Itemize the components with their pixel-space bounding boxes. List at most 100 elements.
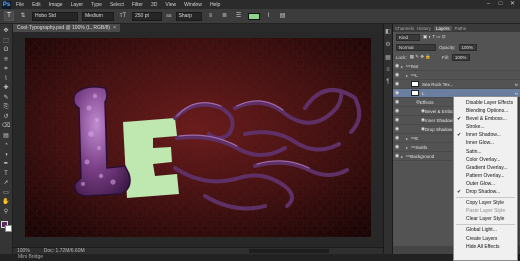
visibility-eye-icon[interactable]: ◉ <box>393 135 401 141</box>
visibility-eye-icon[interactable]: ◉ <box>393 72 401 78</box>
dodge-icon[interactable]: ◑ <box>1 151 11 160</box>
panel-strip-icon-1[interactable]: ⚙ <box>385 41 390 48</box>
healing-icon[interactable]: ✚ <box>1 84 11 93</box>
visibility-eye-icon[interactable]: ◉ <box>393 126 401 132</box>
background-color-swatch[interactable] <box>4 225 12 232</box>
menu-item-inner-shadow[interactable]: ✔ Inner Shadow... <box>454 131 517 139</box>
layer-row[interactable]: ◉ ▸ ▭ Text <box>393 62 520 71</box>
clone-icon[interactable]: ⎘ <box>1 103 11 112</box>
blur-icon[interactable]: ◔ <box>1 141 11 150</box>
warp-text-icon[interactable]: ⌇ <box>264 12 274 21</box>
minimize-button[interactable]: – <box>484 1 493 8</box>
document-tab[interactable]: Cool-Typography.psd @ 100% (L, RGB/8) × <box>13 24 121 32</box>
menu-file[interactable]: File <box>16 2 24 8</box>
close-document-icon[interactable]: × <box>113 25 116 31</box>
brush-icon[interactable]: ✎ <box>1 94 11 103</box>
visibility-eye-icon[interactable]: ◉ <box>393 63 401 69</box>
close-window-button[interactable]: ✕ <box>508 1 517 8</box>
font-size-select[interactable]: 250 pt <box>132 11 162 21</box>
menu-item-hide-all-effects[interactable]: Hide All Effects <box>454 243 517 251</box>
fx-icon[interactable]: fx <box>515 82 518 87</box>
tab-paths[interactable]: Paths <box>455 26 467 31</box>
artwork[interactable] <box>25 38 371 237</box>
menu-layer[interactable]: Layer <box>71 2 84 8</box>
gradient-icon[interactable]: ▤ <box>1 132 11 141</box>
menu-item-satin[interactable]: Satin... <box>454 148 517 156</box>
blend-mode-select[interactable]: Normal <box>396 43 436 51</box>
visibility-eye-icon[interactable]: ◉ <box>393 117 401 123</box>
fx-icon[interactable]: fx <box>515 91 518 96</box>
menu-filter[interactable]: Filter <box>132 2 143 8</box>
lasso-icon[interactable]: ʘ <box>1 46 11 55</box>
menu-select[interactable]: Select <box>110 2 124 8</box>
type-tool-preset-button[interactable]: T <box>4 11 14 21</box>
panel-strip-icon-2[interactable]: ▦ <box>385 54 391 61</box>
type-icon[interactable]: T <box>1 170 11 179</box>
menu-item-clear-layer-style[interactable]: Clear Layer Style <box>454 215 517 223</box>
tab-channels[interactable]: Channels <box>395 26 414 31</box>
menu-help[interactable]: Help <box>210 2 220 8</box>
menu-image[interactable]: Image <box>49 2 63 8</box>
panel-strip-icon-4[interactable]: ¶ <box>386 79 389 85</box>
menu-item-gradient-overlay[interactable]: Gradient Overlay... <box>454 164 517 172</box>
path-select-icon[interactable]: ➚ <box>1 179 11 188</box>
crop-icon[interactable]: ⌗ <box>1 65 11 74</box>
character-panel-icon[interactable]: ▤ <box>278 12 288 21</box>
menu-item-inner-glow[interactable]: Inner Glow... <box>454 139 517 147</box>
canvas-area[interactable] <box>13 32 383 247</box>
anti-alias-select[interactable]: Sharp <box>175 11 202 21</box>
menu-3d[interactable]: 3D <box>151 2 157 8</box>
visibility-eye-icon[interactable]: ◉ <box>393 81 401 87</box>
tab-history[interactable]: History <box>417 26 431 31</box>
align-right-icon[interactable]: ☰ <box>234 12 244 21</box>
menu-item-create-layers[interactable]: Create Layers <box>454 235 517 243</box>
menu-item-bevel-emboss[interactable]: ✔ Bevel & Emboss... <box>454 115 517 123</box>
menu-item-drop-shadow[interactable]: ✔ Drop Shadow... <box>454 188 517 196</box>
visibility-eye-icon[interactable]: ◉ <box>393 144 401 150</box>
history-brush-icon[interactable]: ↺ <box>1 113 11 122</box>
menu-item-color-overlay[interactable]: Color Overlay... <box>454 156 517 164</box>
font-family-select[interactable]: Hobo Std <box>32 11 78 21</box>
menu-view[interactable]: View <box>165 2 176 8</box>
maximize-button[interactable]: □ <box>496 1 505 8</box>
align-left-icon[interactable]: ≡ <box>206 12 216 21</box>
layer-row[interactable]: ◉ Sea Rock Tex... fx <box>393 80 520 89</box>
eraser-icon[interactable]: ⌫ <box>1 122 11 131</box>
layer-filter-select[interactable]: Kind <box>396 33 420 41</box>
menu-item-disable-layer-effects[interactable]: Disable Layer Effects <box>454 99 517 107</box>
lock-icons[interactable]: ▦ ✎ ✥ 🔒 <box>410 54 431 60</box>
filter-icons[interactable]: ▣ ◐ T ▭ ⊡ <box>423 34 446 40</box>
marquee-icon[interactable]: ⬚ <box>1 37 11 46</box>
fill-field[interactable]: 100% <box>451 53 470 61</box>
visibility-eye-icon[interactable]: ◉ <box>393 99 401 105</box>
tab-layers[interactable]: Layers <box>434 25 452 31</box>
align-center-icon[interactable]: ≣ <box>220 12 230 21</box>
text-color-swatch[interactable] <box>247 12 260 20</box>
menu-edit[interactable]: Edit <box>32 2 41 8</box>
font-style-select[interactable]: Medium <box>82 11 114 21</box>
visibility-eye-icon[interactable]: ◉ <box>393 153 401 159</box>
move-icon[interactable]: ✥ <box>1 27 11 36</box>
menu-item-copy-layer-style[interactable]: Copy Layer Style <box>454 199 517 207</box>
horizontal-scrollbar[interactable] <box>248 249 329 253</box>
hand-icon[interactable]: ✋ <box>1 198 11 207</box>
menu-item-blending-options[interactable]: Blending Options... <box>454 107 517 115</box>
opacity-field[interactable]: 100% <box>458 43 477 51</box>
panel-strip-icon-0[interactable]: ◧ <box>385 28 391 35</box>
shape-icon[interactable]: ▭ <box>1 189 11 198</box>
visibility-eye-icon[interactable]: ◉ <box>393 108 401 114</box>
menu-item-outer-glow[interactable]: Outer Glow... <box>454 180 517 188</box>
mini-bridge-bar[interactable]: Mini Bridge <box>0 254 520 261</box>
panel-strip-icon-3[interactable]: ≡ <box>386 67 390 73</box>
menu-item-stroke[interactable]: Stroke... <box>454 123 517 131</box>
pen-icon[interactable]: ✒ <box>1 160 11 169</box>
zoom-icon[interactable]: ⚲ <box>1 208 11 217</box>
menu-window[interactable]: Window <box>184 2 202 8</box>
layer-row[interactable]: ◉ ▸ ▭ L <box>393 71 520 80</box>
menu-item-global-light[interactable]: Global Light... <box>454 226 517 234</box>
menu-item-pattern-overlay[interactable]: Pattern Overlay... <box>454 172 517 180</box>
menu-type[interactable]: Type <box>91 2 102 8</box>
visibility-eye-icon[interactable]: ◉ <box>393 90 401 96</box>
eyedropper-icon[interactable]: ⌇ <box>1 75 11 84</box>
quick-select-icon[interactable]: ⁜ <box>1 56 11 65</box>
